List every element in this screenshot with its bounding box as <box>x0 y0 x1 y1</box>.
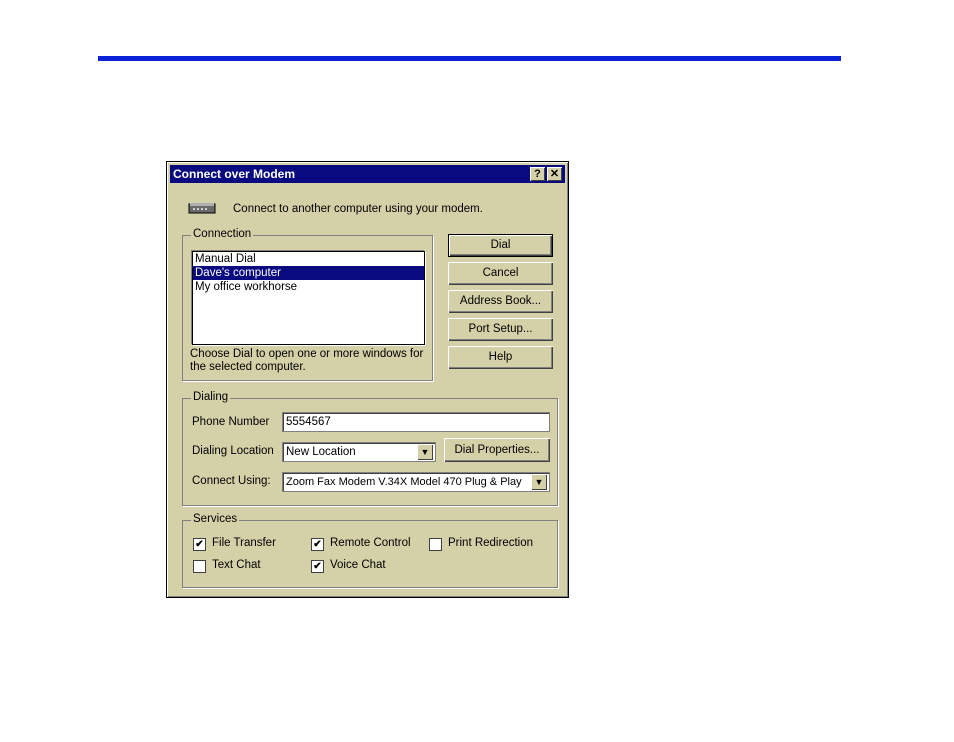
title-bar[interactable]: Connect over Modem ? ✕ <box>170 165 565 183</box>
connect-over-modem-dialog: Connect over Modem ? ✕ Connect to anothe… <box>166 161 569 598</box>
text-chat-label: Text Chat <box>212 559 261 571</box>
connection-listbox[interactable]: Manual Dial Dave's computer My office wo… <box>192 251 425 345</box>
print-redirection-label: Print Redirection <box>448 537 534 549</box>
connection-help-text: Choose Dial to open one or more windows … <box>190 348 424 373</box>
intro-text: Connect to another computer using your m… <box>233 203 483 215</box>
checkbox-checked-icon[interactable]: ✔ <box>193 538 206 551</box>
list-item-selected[interactable]: Dave's computer <box>193 266 424 280</box>
checkbox-checked-icon[interactable]: ✔ <box>311 560 324 573</box>
dialing-location-value: New Location <box>286 446 356 458</box>
services-group: Services <box>182 513 558 588</box>
dialing-group-label: Dialing <box>191 391 231 403</box>
phone-number-input[interactable]: 5554567 <box>282 412 550 432</box>
dial-properties-button[interactable]: Dial Properties... <box>444 438 550 462</box>
help-title-button[interactable]: ? <box>530 167 545 181</box>
checkbox-unchecked-icon[interactable] <box>193 560 206 573</box>
cancel-button[interactable]: Cancel <box>448 262 553 285</box>
modem-icon <box>188 203 216 214</box>
chevron-down-icon[interactable]: ▼ <box>531 474 547 490</box>
port-setup-button[interactable]: Port Setup... <box>448 318 553 341</box>
list-item[interactable]: Manual Dial <box>193 252 424 266</box>
dialing-location-label: Dialing Location <box>192 445 274 457</box>
list-item[interactable]: My office workhorse <box>193 280 424 294</box>
help-button[interactable]: Help <box>448 346 553 369</box>
address-book-button[interactable]: Address Book... <box>448 290 553 313</box>
checkbox-checked-icon[interactable]: ✔ <box>311 538 324 551</box>
voice-chat-label: Voice Chat <box>330 559 386 571</box>
remote-control-label: Remote Control <box>330 537 411 549</box>
dialing-location-select[interactable]: New Location <box>282 442 436 462</box>
services-group-label: Services <box>191 513 240 525</box>
file-transfer-label: File Transfer <box>212 537 276 549</box>
dial-button[interactable]: Dial <box>448 234 553 257</box>
slide-header-rule <box>98 56 841 61</box>
connection-group-label: Connection <box>191 228 254 240</box>
connect-using-label: Connect Using: <box>192 475 271 487</box>
checkbox-unchecked-icon[interactable] <box>429 538 442 551</box>
chevron-down-icon[interactable]: ▼ <box>417 444 433 460</box>
close-title-button[interactable]: ✕ <box>547 167 562 181</box>
phone-number-label: Phone Number <box>192 416 270 428</box>
connect-using-select[interactable]: Zoom Fax Modem V.34X Model 470 Plug & Pl… <box>282 472 550 492</box>
dialog-title: Connect over Modem <box>173 167 296 181</box>
connect-using-value: Zoom Fax Modem V.34X Model 470 Plug & Pl… <box>286 476 522 488</box>
